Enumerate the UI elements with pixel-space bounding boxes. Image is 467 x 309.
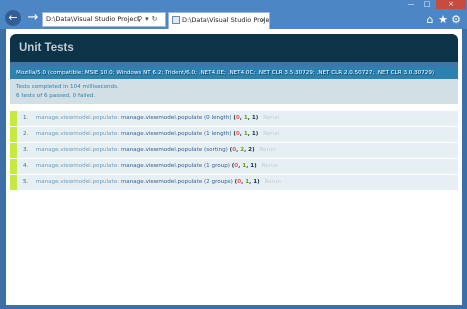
maximize-button[interactable]: □ [421, 0, 433, 8]
rerun-link[interactable]: Rerun [263, 131, 279, 137]
test-module: manage.viewmodel.populate: [35, 163, 120, 169]
result-counts: 6 tests of 6 passed, 0 failed. [16, 93, 96, 99]
test-number: 3. [23, 147, 29, 153]
test-number: 2. [23, 131, 29, 137]
rerun-link[interactable]: Rerun [259, 147, 275, 153]
test-row[interactable]: 4. manage.viewmodel.populate: manage.vie… [10, 159, 458, 174]
search-icon[interactable]: ⚲ [137, 15, 142, 23]
forward-arrow-icon[interactable]: → [26, 11, 40, 25]
rerun-link[interactable]: Rerun [262, 163, 278, 169]
test-row[interactable]: 3. manage.viewmodel.populate: manage.vie… [10, 143, 458, 158]
gear-icon[interactable]: ⚙ [450, 14, 462, 26]
test-module: manage.viewmodel.populate: [35, 115, 120, 121]
minimize-button[interactable]: — [405, 0, 417, 8]
test-module: manage.viewmodel.populate: [35, 131, 120, 137]
address-bar-icons: ⚲ ▾ ↻ [137, 13, 161, 26]
test-counts: (0, 2, 2) [229, 147, 255, 153]
test-result-summary: Tests completed in 104 milliseconds. 6 t… [10, 79, 458, 105]
test-row[interactable]: 1. manage.viewmodel.populate: manage.vie… [10, 111, 458, 126]
tab-close-icon[interactable]: × [260, 13, 266, 28]
back-arrow-icon[interactable]: ← [5, 10, 21, 26]
test-row[interactable]: 5. manage.viewmodel.populate: manage.vie… [10, 175, 458, 190]
browser-toolbar: ← → D:\Data\Visual Studio Project ⚲ ▾ ↻ D:… [0, 0, 467, 29]
refresh-icon[interactable]: ↻ [152, 15, 158, 23]
tab-active[interactable]: D:\Data\Visual Studio Proje... × [168, 12, 270, 29]
test-name: manage.viewmodel.populate (2 groups) [120, 179, 233, 185]
test-name: manage.viewmodel.populate (sorting) [120, 147, 228, 153]
tab-title: D:\Data\Visual Studio Proje... [182, 16, 270, 24]
page-viewport: Unit Tests Mozilla/5.0 (compatible; MSIE… [6, 29, 462, 305]
dropdown-icon[interactable]: ▾ [145, 15, 149, 23]
browser-window: ← → D:\Data\Visual Studio Project ⚲ ▾ ↻ D:… [0, 0, 467, 309]
test-module: manage.viewmodel.populate: [35, 147, 120, 153]
test-counts: (0, 1, 1) [233, 131, 259, 137]
rerun-link[interactable]: Rerun [263, 115, 279, 121]
favorites-star-icon[interactable]: ★ [437, 14, 449, 26]
result-time: Tests completed in 104 milliseconds. [16, 84, 119, 90]
page-favicon-icon [172, 16, 180, 24]
test-number: 1. [23, 115, 29, 121]
home-icon[interactable]: ⌂ [424, 14, 436, 26]
test-counts: (0, 1, 1) [233, 115, 259, 121]
test-counts: (0, 1, 1) [234, 179, 260, 185]
test-name: manage.viewmodel.populate (1 group) [120, 163, 230, 169]
test-number: 4. [23, 163, 29, 169]
page-title[interactable]: Unit Tests [10, 34, 458, 62]
close-window-button[interactable]: × [436, 0, 466, 9]
test-name: manage.viewmodel.populate (0 length) [120, 115, 232, 121]
rerun-link[interactable]: Rerun [264, 179, 280, 185]
user-agent: Mozilla/5.0 (compatible; MSIE 10.0; Wind… [10, 67, 458, 79]
test-counts: (0, 1, 1) [231, 163, 257, 169]
test-row[interactable]: 2. manage.viewmodel.populate: manage.vie… [10, 127, 458, 142]
test-module: manage.viewmodel.populate: [35, 179, 120, 185]
test-number: 5. [23, 179, 29, 185]
test-list: 1. manage.viewmodel.populate: manage.vie… [10, 111, 458, 191]
test-name: manage.viewmodel.populate (1 length) [120, 131, 232, 137]
